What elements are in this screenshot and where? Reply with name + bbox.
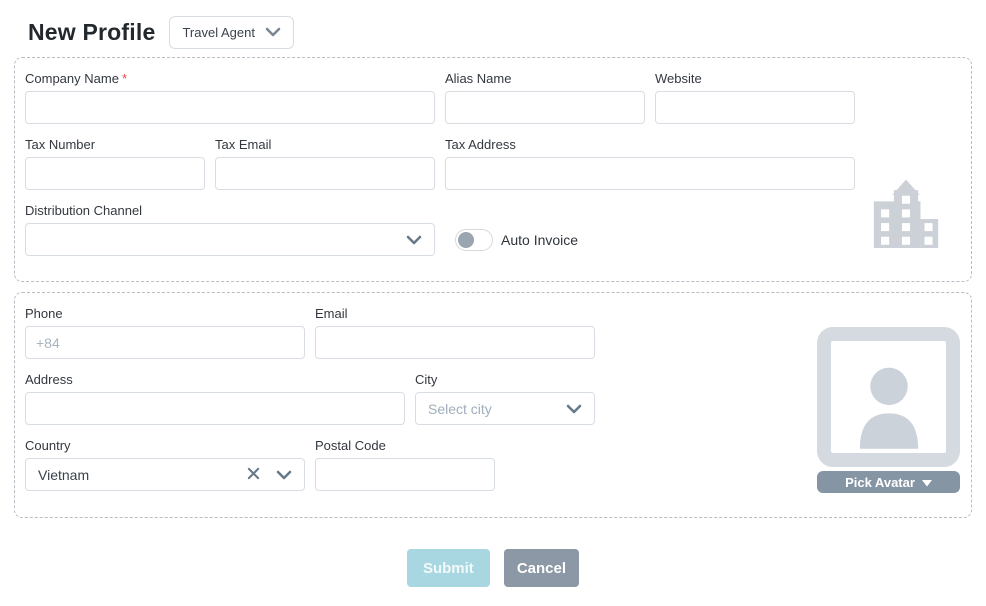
distribution-channel-field: Distribution Channel [25,203,435,256]
tax-number-label: Tax Number [25,137,205,152]
address-input[interactable] [25,392,405,425]
auto-invoice-toggle[interactable] [455,229,493,251]
country-label: Country [25,438,305,453]
email-label: Email [315,306,595,321]
phone-input[interactable] [25,326,305,359]
chevron-down-icon [276,467,292,483]
tax-email-field: Tax Email [215,137,435,190]
company-row-1: Company Name* Alias Name Website [25,71,961,124]
email-input[interactable] [315,326,595,359]
pick-avatar-label: Pick Avatar [845,475,915,490]
city-select[interactable]: Select city [415,392,595,425]
website-input[interactable] [655,91,855,124]
profile-type-dropdown[interactable]: Travel Agent [169,16,294,49]
form-actions: Submit Cancel [0,549,986,587]
alias-name-label: Alias Name [445,71,645,86]
postal-code-input[interactable] [315,458,495,491]
country-field: Country Vietnam [25,438,305,491]
chevron-down-icon [566,401,582,417]
company-section: Company Name* Alias Name Website Tax Num… [14,57,972,282]
cancel-button[interactable]: Cancel [504,549,579,587]
alias-name-input[interactable] [445,91,645,124]
avatar-preview [817,327,960,467]
address-label: Address [25,372,405,387]
company-row-2: Tax Number Tax Email Tax Address [25,137,961,190]
tax-address-field: Tax Address [445,137,855,190]
city-placeholder: Select city [428,401,566,417]
company-name-label: Company Name* [25,71,435,86]
person-silhouette-icon [837,353,941,453]
address-field: Address [25,372,405,425]
phone-label: Phone [25,306,305,321]
website-label: Website [655,71,855,86]
page-header: New Profile Travel Agent [0,0,986,57]
company-name-input[interactable] [25,91,435,124]
company-name-field: Company Name* [25,71,435,124]
profile-type-value: Travel Agent [182,25,255,40]
phone-field: Phone [25,306,305,359]
country-value: Vietnam [38,467,247,483]
city-field: City Select city [415,372,595,425]
submit-button[interactable]: Submit [407,549,490,587]
alias-name-field: Alias Name [445,71,645,124]
tax-address-input[interactable] [445,157,855,190]
chevron-down-icon [265,25,281,40]
auto-invoice-label: Auto Invoice [501,232,578,248]
avatar-picker: Pick Avatar [817,327,960,493]
email-field: Email [315,306,595,359]
toggle-knob [458,232,474,248]
clear-x-icon[interactable] [247,467,260,483]
auto-invoice-group: Auto Invoice [455,223,578,256]
website-field: Website [655,71,855,124]
distribution-channel-select[interactable] [25,223,435,256]
office-building-icon [867,174,945,253]
tax-number-input[interactable] [25,157,205,190]
caret-down-icon [922,475,932,490]
distribution-channel-label: Distribution Channel [25,203,435,218]
required-asterisk: * [122,71,127,86]
chevron-down-icon [406,232,422,248]
postal-code-field: Postal Code [315,438,495,491]
tax-number-field: Tax Number [25,137,205,190]
company-row-3: Distribution Channel Auto Invoice [25,203,961,256]
tax-email-label: Tax Email [215,137,435,152]
page-title: New Profile [28,19,155,46]
contact-section: Phone Email Address City Select city Cou… [14,292,972,518]
tax-email-input[interactable] [215,157,435,190]
postal-code-label: Postal Code [315,438,495,453]
pick-avatar-button[interactable]: Pick Avatar [817,471,960,493]
tax-address-label: Tax Address [445,137,855,152]
country-select[interactable]: Vietnam [25,458,305,491]
city-label: City [415,372,595,387]
